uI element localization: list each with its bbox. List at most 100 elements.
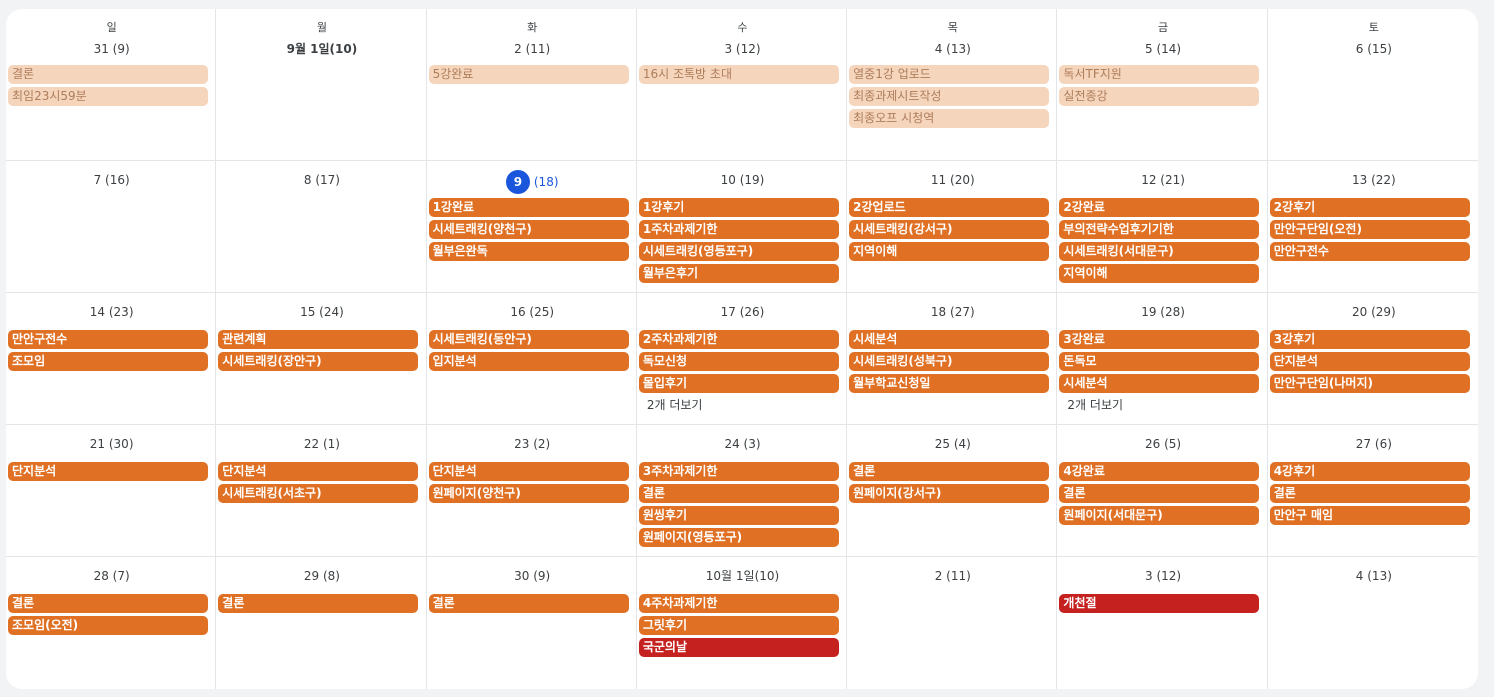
date-label[interactable]: 22 (1) xyxy=(218,434,425,454)
day-cell[interactable]: 10 (19) 1강후기 1주차과제기한 시세트래킹(영등포구) 월부은후기 xyxy=(636,161,848,293)
date-label[interactable]: 13 (22) xyxy=(1270,170,1478,190)
event-chip[interactable]: 2강완료 xyxy=(1059,198,1260,217)
event-chip[interactable]: 2강후기 xyxy=(1269,198,1470,217)
event-chip[interactable]: 2강업로드 xyxy=(849,198,1050,217)
date-label[interactable]: 7 (16) xyxy=(8,170,215,190)
more-events-link[interactable]: 2개 더보기 xyxy=(639,396,846,415)
day-cell[interactable]: 9 (18) 1강완료시세트래킹(양천구) 월부은완독 xyxy=(426,161,637,293)
day-cell[interactable]: 30 (9) 결론 xyxy=(427,557,637,689)
date-label[interactable]: 26 (5) xyxy=(1059,434,1266,454)
event-chip[interactable]: 월부은완독 xyxy=(428,242,629,261)
event-chip[interactable]: 실전종강 xyxy=(1059,87,1260,106)
event-chip[interactable]: 결론 xyxy=(8,594,208,613)
event-chip[interactable]: 부의전략수업후기기한 xyxy=(1059,220,1260,239)
event-chip[interactable]: 1강완료 xyxy=(428,198,629,217)
day-cell[interactable]: 14 (23) 만안구전수 조모임 xyxy=(6,293,217,425)
event-chip[interactable]: 시세트래킹(양천구) xyxy=(428,220,629,239)
date-label[interactable]: 3 (12) xyxy=(639,39,846,59)
date-label[interactable]: 4 (13) xyxy=(1270,566,1478,586)
event-chip[interactable]: 만안구전수 xyxy=(8,330,208,349)
more-events-link[interactable]: 2개 더보기 xyxy=(1059,396,1266,415)
date-label[interactable]: 19 (28) xyxy=(1059,302,1266,322)
today-indicator[interactable]: 9 xyxy=(505,170,530,194)
event-chip[interactable]: 시세트래킹(성북구) xyxy=(849,352,1050,371)
event-chip[interactable]: 3강완료 xyxy=(1059,330,1260,349)
day-cell[interactable]: 7 (16) xyxy=(6,161,217,293)
day-cell[interactable]: 20 (29) 3강후기단지분석만안구단임(나머지) xyxy=(1267,293,1478,425)
date-label[interactable]: 20 (29) xyxy=(1270,302,1478,322)
day-cell[interactable]: 13 (22) 2강후기 만안구단임(오전) 만안구전수 xyxy=(1267,161,1478,293)
date-label[interactable]: 11 (20) xyxy=(849,170,1056,190)
event-chip[interactable]: 지역이해 xyxy=(849,242,1050,261)
event-chip[interactable]: 독모신청 xyxy=(638,352,839,371)
day-cell[interactable]: 19 (28) 3강완료돈독모시세분석 2개 더보기 xyxy=(1057,293,1268,425)
day-cell[interactable]: 수 3 (12) 16시 조톡방 초대 xyxy=(636,9,848,161)
event-chip[interactable]: 단지분석 xyxy=(8,462,208,481)
event-chip[interactable]: 1강후기 xyxy=(638,198,839,217)
date-label[interactable]: 8 (17) xyxy=(218,170,425,190)
event-chip[interactable]: 만안구단임(나머지) xyxy=(1269,374,1470,393)
date-label[interactable]: 5 (14) xyxy=(1059,39,1266,59)
event-chip[interactable]: 3강후기 xyxy=(1269,330,1470,349)
event-chip[interactable]: 시세분석 xyxy=(849,330,1050,349)
date-label[interactable]: 23 (2) xyxy=(429,434,636,454)
date-label[interactable]: 30 (9) xyxy=(429,566,636,586)
date-label[interactable]: 31 (9) xyxy=(8,39,215,59)
holiday-chip[interactable]: 개천절 xyxy=(1059,594,1260,613)
date-label[interactable]: 15 (24) xyxy=(218,302,425,322)
date-label[interactable]: 18 (27) xyxy=(849,302,1056,322)
event-chip[interactable]: 시세트래킹(동안구) xyxy=(428,330,629,349)
date-label[interactable]: 9월 1일(10) xyxy=(218,39,425,59)
today-date-label[interactable]: 9 (18) xyxy=(429,170,636,194)
event-chip[interactable]: 돈독모 xyxy=(1059,352,1260,371)
event-chip[interactable]: 조모임(오전) xyxy=(8,616,208,635)
date-label[interactable]: 28 (7) xyxy=(8,566,215,586)
day-cell[interactable]: 18 (27) 시세분석 시세트래킹(성북구) 월부학교신청일 xyxy=(847,293,1058,425)
day-cell[interactable]: 목 4 (13) 열중1강 업로드 최종과제시트작성 최종오프 시청역 xyxy=(847,9,1058,161)
day-cell[interactable]: 4 (13) xyxy=(1268,557,1478,689)
day-cell[interactable]: 11 (20) 2강업로드 시세트래킹(강서구) 지역이해 xyxy=(847,161,1058,293)
event-chip[interactable]: 결론 xyxy=(849,462,1050,481)
date-label[interactable]: 14 (23) xyxy=(8,302,215,322)
event-chip[interactable]: 결론 xyxy=(218,594,419,613)
event-chip[interactable]: 결론 xyxy=(1269,484,1470,503)
day-cell[interactable]: 15 (24) 관련계획 시세트래킹(장안구) xyxy=(216,293,427,425)
event-chip[interactable]: 결론 xyxy=(1059,484,1260,503)
event-chip[interactable]: 원페이지(강서구) xyxy=(849,484,1050,503)
event-chip[interactable]: 만안구 매임 xyxy=(1269,506,1470,525)
day-cell[interactable]: 화 2 (11) 5강완료 xyxy=(426,9,637,161)
event-chip[interactable]: 원씽후기 xyxy=(638,506,839,525)
day-cell[interactable]: 8 (17) xyxy=(216,161,427,293)
event-chip[interactable]: 시세분석 xyxy=(1059,374,1260,393)
event-chip[interactable]: 시세트래킹(서대문구) xyxy=(1059,242,1260,261)
date-label[interactable]: 27 (6) xyxy=(1270,434,1478,454)
event-chip[interactable]: 결론 xyxy=(8,65,208,84)
day-cell[interactable]: 17 (26) 2주차과제기한 독모신청 몰입후기 2개 더보기 xyxy=(636,293,848,425)
event-chip[interactable]: 입지분석 xyxy=(428,352,629,371)
event-chip[interactable]: 관련계획 xyxy=(218,330,419,349)
day-cell[interactable]: 월 9월 1일(10) xyxy=(216,9,427,161)
date-label[interactable]: 6 (15) xyxy=(1270,39,1478,59)
day-cell[interactable]: 10월 1일(10) 4주차과제기한 그릿후기 국군의날 xyxy=(637,557,848,689)
day-cell[interactable]: 12 (21) 2강완료 부의전략수업후기기한 시세트래킹(서대문구) 지역이해 xyxy=(1057,161,1268,293)
event-chip[interactable]: 지역이해 xyxy=(1059,264,1260,283)
event-chip[interactable]: 월부은후기 xyxy=(638,264,839,283)
day-cell[interactable]: 16 (25) 시세트래킹(동안구) 입지분석 xyxy=(426,293,637,425)
event-chip[interactable]: 결론 xyxy=(638,484,839,503)
event-chip[interactable]: 4강완료 xyxy=(1059,462,1260,481)
date-label[interactable]: 21 (30) xyxy=(8,434,215,454)
date-label[interactable]: 29 (8) xyxy=(218,566,425,586)
event-chip[interactable]: 열중1강 업로드 xyxy=(849,65,1050,84)
holiday-chip[interactable]: 국군의날 xyxy=(638,638,839,657)
event-chip[interactable]: 몰입후기 xyxy=(638,374,839,393)
date-label[interactable]: 4 (13) xyxy=(849,39,1056,59)
day-cell[interactable]: 28 (7) 결론조모임(오전) xyxy=(6,557,217,689)
event-chip[interactable]: 독서TF지원 xyxy=(1059,65,1260,84)
event-chip[interactable]: 단지분석 xyxy=(1269,352,1470,371)
event-chip[interactable]: 원페이지(서대문구) xyxy=(1059,506,1260,525)
day-cell[interactable]: 27 (6) 4강후기 결론 만안구 매임 xyxy=(1267,425,1478,557)
date-label[interactable]: 3 (12) xyxy=(1059,566,1266,586)
day-cell[interactable]: 금 5 (14) 독서TF지원 실전종강 xyxy=(1057,9,1268,161)
date-label[interactable]: 10월 1일(10) xyxy=(639,566,846,586)
event-chip[interactable]: 단지분석 xyxy=(218,462,419,481)
